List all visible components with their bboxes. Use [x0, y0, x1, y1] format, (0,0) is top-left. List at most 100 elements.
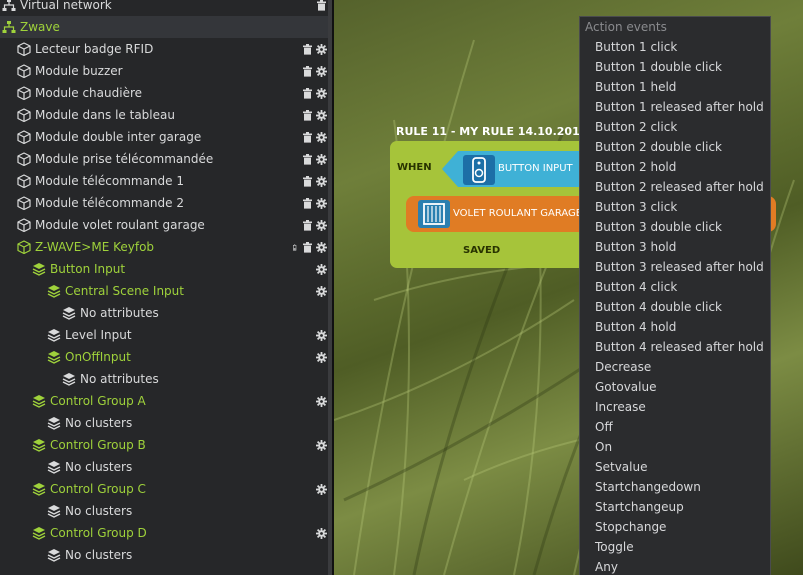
dropdown-item[interactable]: Button 4 released after hold: [580, 337, 770, 357]
tree-row-label: Z-WAVE>ME Keyfob: [35, 240, 155, 254]
dropdown-item[interactable]: Button 4 click: [580, 277, 770, 297]
gear-icon[interactable]: [316, 351, 327, 363]
gear-icon[interactable]: [316, 527, 327, 539]
tree-row[interactable]: No attributes: [0, 368, 333, 390]
row-actions: [316, 324, 327, 346]
tree-row[interactable]: Module télécommande 2: [0, 192, 333, 214]
trash-icon[interactable]: [302, 87, 313, 99]
row-actions: [302, 60, 327, 82]
tree-row[interactable]: Level Input: [0, 324, 333, 346]
action-events-dropdown[interactable]: Action events Button 1 click Button 1 dou…: [579, 16, 771, 575]
tree-row[interactable]: No attributes: [0, 302, 333, 324]
dropdown-item[interactable]: Button 3 double click: [580, 217, 770, 237]
gear-icon[interactable]: [316, 439, 327, 451]
trash-icon[interactable]: [302, 109, 313, 121]
row-actions: [316, 478, 327, 500]
gear-icon[interactable]: [316, 395, 327, 407]
tree-row[interactable]: No clusters: [0, 544, 333, 566]
tree-row[interactable]: Module chaudière: [0, 82, 333, 104]
dropdown-item[interactable]: Any: [580, 557, 770, 575]
gear-icon[interactable]: [316, 175, 327, 187]
tree-row-label: Control Group D: [50, 526, 147, 540]
dropdown-item[interactable]: Button 2 click: [580, 117, 770, 137]
tree-row[interactable]: Lecteur badge RFID: [0, 38, 333, 60]
action-label: VOLET ROULANT GARAGE: [453, 208, 583, 219]
tree-row[interactable]: Control Group D: [0, 522, 333, 544]
dropdown-item[interactable]: Gotovalue: [580, 377, 770, 397]
gear-icon[interactable]: [316, 153, 327, 165]
dropdown-item[interactable]: Button 1 click: [580, 37, 770, 57]
tree-row[interactable]: Module double inter garage: [0, 126, 333, 148]
gear-icon[interactable]: [316, 241, 327, 253]
dropdown-item[interactable]: Button 2 released after hold: [580, 177, 770, 197]
row-actions: [302, 170, 327, 192]
battery-icon[interactable]: [293, 242, 299, 253]
tree-row-label: No attributes: [80, 372, 159, 386]
dropdown-item[interactable]: Button 3 hold: [580, 237, 770, 257]
dropdown-item[interactable]: Off: [580, 417, 770, 437]
trash-icon[interactable]: [302, 43, 313, 55]
trash-icon[interactable]: [302, 241, 313, 253]
gear-icon[interactable]: [316, 65, 327, 77]
tree-row[interactable]: Control Group B: [0, 434, 333, 456]
gear-icon[interactable]: [316, 263, 327, 275]
gear-icon[interactable]: [316, 329, 327, 341]
gear-icon[interactable]: [316, 483, 327, 495]
dropdown-item[interactable]: Button 4 hold: [580, 317, 770, 337]
gear-icon[interactable]: [316, 131, 327, 143]
trash-icon[interactable]: [302, 197, 313, 209]
tree-row[interactable]: No clusters: [0, 456, 333, 478]
trash-icon[interactable]: [302, 131, 313, 143]
dropdown-item[interactable]: Increase: [580, 397, 770, 417]
tree-row[interactable]: Zwave: [0, 16, 333, 38]
trash-icon[interactable]: [302, 219, 313, 231]
trash-icon[interactable]: [302, 65, 313, 77]
gear-icon[interactable]: [316, 87, 327, 99]
tree-row[interactable]: Module prise télécommandée: [0, 148, 333, 170]
tree-row[interactable]: Module télécommande 1: [0, 170, 333, 192]
tree-row[interactable]: No clusters: [0, 412, 333, 434]
dropdown-item[interactable]: Button 3 click: [580, 197, 770, 217]
dropdown-item[interactable]: Decrease: [580, 357, 770, 377]
dropdown-item[interactable]: Setvalue: [580, 457, 770, 477]
tree-row[interactable]: Control Group A: [0, 390, 333, 412]
dropdown-item[interactable]: Button 1 released after hold: [580, 97, 770, 117]
dropdown-item[interactable]: Stopchange: [580, 517, 770, 537]
tree-row[interactable]: Virtual network: [0, 0, 333, 16]
trigger-label: BUTTON INPUT: [498, 163, 573, 174]
tree-row[interactable]: Control Group C: [0, 478, 333, 500]
tree-row-label: No clusters: [65, 548, 133, 562]
row-actions: [293, 236, 327, 258]
tree-row-label: No clusters: [65, 460, 133, 474]
dropdown-item[interactable]: Button 1 double click: [580, 57, 770, 77]
dropdown-item[interactable]: Startchangeup: [580, 497, 770, 517]
tree-row[interactable]: OnOffInput: [0, 346, 333, 368]
row-actions: [316, 280, 327, 302]
tree-row[interactable]: Module volet roulant garage: [0, 214, 333, 236]
row-actions: [302, 192, 327, 214]
tree-row[interactable]: No clusters: [0, 500, 333, 522]
gear-icon[interactable]: [316, 285, 327, 297]
row-actions: [302, 104, 327, 126]
trash-icon[interactable]: [302, 153, 313, 165]
gear-icon[interactable]: [316, 197, 327, 209]
tree-row[interactable]: Central Scene Input: [0, 280, 333, 302]
dropdown-item[interactable]: Button 3 released after hold: [580, 257, 770, 277]
dropdown-item[interactable]: Button 2 double click: [580, 137, 770, 157]
dropdown-item[interactable]: Button 4 double click: [580, 297, 770, 317]
dropdown-item[interactable]: On: [580, 437, 770, 457]
tree-row[interactable]: Module buzzer: [0, 60, 333, 82]
dropdown-item[interactable]: Startchangedown: [580, 477, 770, 497]
dropdown-item[interactable]: Button 1 held: [580, 77, 770, 97]
tree-row[interactable]: Module dans le tableau: [0, 104, 333, 126]
gear-icon[interactable]: [316, 43, 327, 55]
gear-icon[interactable]: [316, 219, 327, 231]
tree-row[interactable]: Z-WAVE>ME Keyfob: [0, 236, 333, 258]
gear-icon[interactable]: [316, 109, 327, 121]
tree-row-label: Module double inter garage: [35, 130, 202, 144]
tree-row[interactable]: Button Input: [0, 258, 333, 280]
dropdown-item[interactable]: Button 2 hold: [580, 157, 770, 177]
trash-icon[interactable]: [316, 0, 327, 11]
dropdown-item[interactable]: Toggle: [580, 537, 770, 557]
trash-icon[interactable]: [302, 175, 313, 187]
